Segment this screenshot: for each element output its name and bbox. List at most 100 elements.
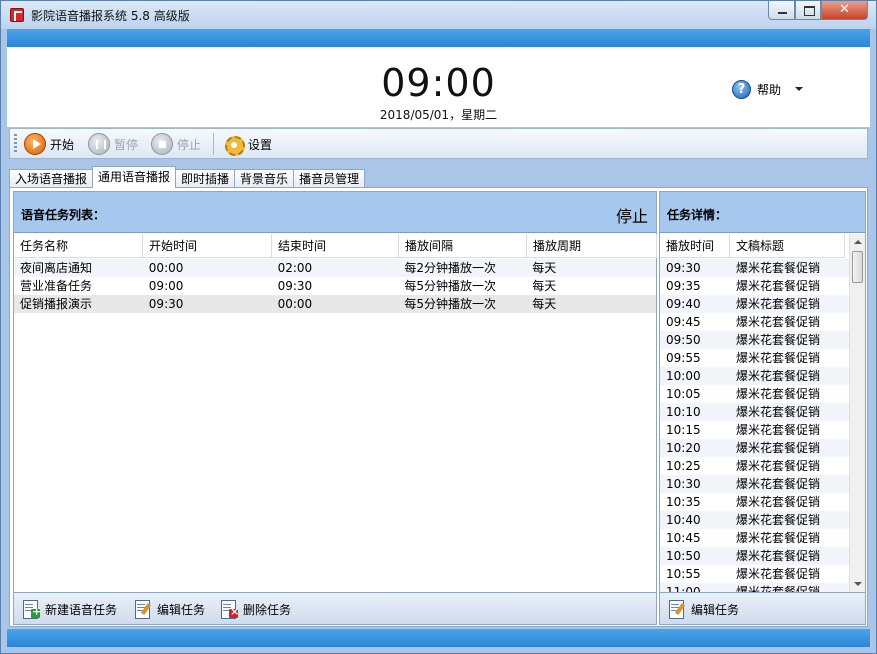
script-title-cell: 爆米花套餐促销 — [736, 567, 821, 581]
toolbar-grip[interactable] — [14, 134, 17, 154]
table-row[interactable]: 10:50 爆米花套餐促销 — [660, 547, 850, 565]
stop-icon — [151, 133, 173, 155]
script-title-cell: 爆米花套餐促销 — [736, 495, 821, 509]
pause-icon — [88, 133, 110, 155]
end-time-cell: 00:00 — [277, 297, 313, 311]
task-detail-title: 任务详情： — [667, 208, 728, 222]
play-time-cell: 09:40 — [666, 297, 701, 311]
period-cell: 每天 — [532, 279, 557, 293]
table-row[interactable]: 09:30 爆米花套餐促销 — [660, 259, 850, 277]
script-title-cell: 爆米花套餐促销 — [736, 423, 821, 437]
task-table-header: 任务名称 开始时间 结束时间 播放间隔 播放周期 — [14, 234, 657, 258]
scroll-down-icon[interactable] — [850, 577, 865, 592]
minimize-button[interactable] — [768, 1, 795, 20]
task-list-title: 语音任务列表： — [21, 208, 106, 222]
edit-detail-task-button[interactable]: 编辑任务 — [666, 598, 739, 620]
table-row[interactable]: 夜间离店通知 00:00 02:00 每2分钟播放一次 每天 — [14, 259, 656, 277]
interval-cell: 每2分钟播放一次 — [404, 261, 497, 275]
app-window: 影院语音播报系统 5.8 高级版 ✕ 09:00 2018/05/01，星期二 … — [0, 0, 877, 654]
task-name-cell: 营业准备任务 — [20, 279, 93, 293]
script-title-cell: 爆米花套餐促销 — [736, 513, 821, 527]
maximize-button[interactable] — [795, 1, 821, 20]
table-row[interactable]: 10:20 爆米花套餐促销 — [660, 439, 850, 457]
table-row[interactable]: 10:15 爆米花套餐促销 — [660, 421, 850, 439]
stop-button[interactable]: 停止 — [151, 132, 201, 156]
detail-table-header: 播放时间 文稿标题 — [660, 234, 845, 258]
task-list-panel: 语音任务列表： 停止 任务名称 开始时间 结束时间 播放间隔 播放周期 夜间离店… — [13, 191, 657, 625]
new-task-button[interactable]: 新建语音任务 — [20, 598, 117, 620]
column-header[interactable]: 播放时间 — [660, 234, 730, 258]
task-detail-header: 任务详情： — [660, 192, 865, 233]
start-time-cell: 00:00 — [148, 261, 184, 275]
tab-general-broadcast[interactable]: 通用语音播报 — [92, 166, 177, 188]
tab-content: 语音任务列表： 停止 任务名称 开始时间 结束时间 播放间隔 播放周期 夜间离店… — [9, 187, 868, 627]
play-time-cell: 09:55 — [666, 351, 701, 365]
table-row[interactable]: 09:50 爆米花套餐促销 — [660, 331, 850, 349]
column-header[interactable]: 播放间隔 — [399, 234, 527, 258]
tab-strip: 入场语音播报 通用语音播报 即时插播 背景音乐 播音员管理 — [9, 166, 366, 188]
stop-label: 停止 — [177, 137, 202, 152]
column-header[interactable]: 文稿标题 — [730, 234, 845, 258]
table-row[interactable]: 09:40 爆米花套餐促销 — [660, 295, 850, 313]
table-row[interactable]: 10:40 爆米花套餐促销 — [660, 511, 850, 529]
task-detail-panel: 任务详情： 播放时间 文稿标题 09:30 爆米花套餐促销 09:35 爆米花套餐促销… — [659, 191, 866, 625]
interval-cell: 每5分钟播放一次 — [404, 279, 497, 293]
gear-icon — [222, 133, 245, 156]
table-row[interactable]: 10:00 爆米花套餐促销 — [660, 367, 850, 385]
script-title-cell: 爆米花套餐促销 — [736, 261, 821, 275]
table-row[interactable]: 09:55 爆米花套餐促销 — [660, 349, 850, 367]
period-cell: 每天 — [532, 297, 557, 311]
table-row[interactable]: 促销播报演示 09:30 00:00 每5分钟播放一次 每天 — [14, 295, 656, 313]
edit-task-label: 编辑任务 — [157, 602, 206, 617]
table-row[interactable]: 10:35 爆米花套餐促销 — [660, 493, 850, 511]
play-time-cell: 10:15 — [666, 423, 701, 437]
delete-document-icon — [218, 599, 239, 619]
table-row[interactable]: 10:30 爆米花套餐促销 — [660, 475, 850, 493]
table-row[interactable]: 10:05 爆米花套餐促销 — [660, 385, 850, 403]
play-time-cell: 09:50 — [666, 333, 701, 347]
window-title: 影院语音播报系统 5.8 高级版 — [31, 9, 190, 23]
start-button[interactable]: 开始 — [24, 132, 74, 156]
settings-button[interactable]: 设置 — [222, 132, 272, 156]
interval-cell: 每5分钟播放一次 — [404, 297, 497, 311]
table-row[interactable]: 营业准备任务 09:00 09:30 每5分钟播放一次 每天 — [14, 277, 656, 295]
edit-task-button[interactable]: 编辑任务 — [132, 598, 205, 620]
scroll-thumb[interactable] — [852, 251, 863, 283]
pause-button[interactable]: 暂停 — [88, 132, 138, 156]
play-time-cell: 10:50 — [666, 549, 701, 563]
edit-document-icon — [666, 599, 686, 619]
title-bar: 影院语音播报系统 5.8 高级版 ✕ — [1, 1, 876, 29]
table-row[interactable]: 10:55 爆米花套餐促销 — [660, 565, 850, 583]
column-header[interactable]: 开始时间 — [143, 234, 272, 258]
help-menu[interactable]: ? 帮助 — [732, 79, 804, 99]
script-title-cell: 爆米花套餐促销 — [736, 351, 821, 365]
column-header[interactable]: 任务名称 — [14, 234, 143, 258]
table-row[interactable]: 10:25 爆米花套餐促销 — [660, 457, 850, 475]
close-button[interactable]: ✕ — [821, 1, 868, 20]
tab-entry-broadcast[interactable]: 入场语音播报 — [9, 169, 94, 188]
edit-detail-task-label: 编辑任务 — [691, 602, 740, 617]
tab-announcer-management[interactable]: 播音员管理 — [293, 169, 366, 188]
end-time-cell: 09:30 — [277, 279, 313, 293]
table-row[interactable]: 09:45 爆米花套餐促销 — [660, 313, 850, 331]
delete-task-button[interactable]: 删除任务 — [218, 598, 291, 620]
script-title-cell: 爆米花套餐促销 — [736, 585, 821, 592]
table-row[interactable]: 10:45 爆米花套餐促销 — [660, 529, 850, 547]
help-icon: ? — [732, 79, 751, 99]
start-time-cell: 09:30 — [148, 297, 184, 311]
column-header[interactable]: 播放周期 — [527, 234, 657, 258]
table-row[interactable]: 11:00 爆米花套餐促销 — [660, 583, 850, 592]
clock-date: 2018/05/01，星期二 — [379, 108, 498, 122]
tab-background-music[interactable]: 背景音乐 — [234, 169, 295, 188]
script-title-cell: 爆米花套餐促销 — [736, 459, 821, 473]
column-header[interactable]: 结束时间 — [272, 234, 399, 258]
detail-scrollbar[interactable] — [849, 234, 865, 592]
tab-instant-insert[interactable]: 即时插播 — [175, 169, 236, 188]
clock-header: 09:00 2018/05/01，星期二 ? 帮助 — [7, 47, 870, 127]
table-row[interactable]: 09:35 爆米花套餐促销 — [660, 277, 850, 295]
edit-document-icon — [132, 599, 152, 619]
scroll-up-icon[interactable] — [850, 234, 865, 249]
toolbar: 开始 暂停 停止 设置 — [9, 128, 868, 159]
task-name-cell: 夜间离店通知 — [20, 261, 93, 275]
table-row[interactable]: 10:10 爆米花套餐促销 — [660, 403, 850, 421]
